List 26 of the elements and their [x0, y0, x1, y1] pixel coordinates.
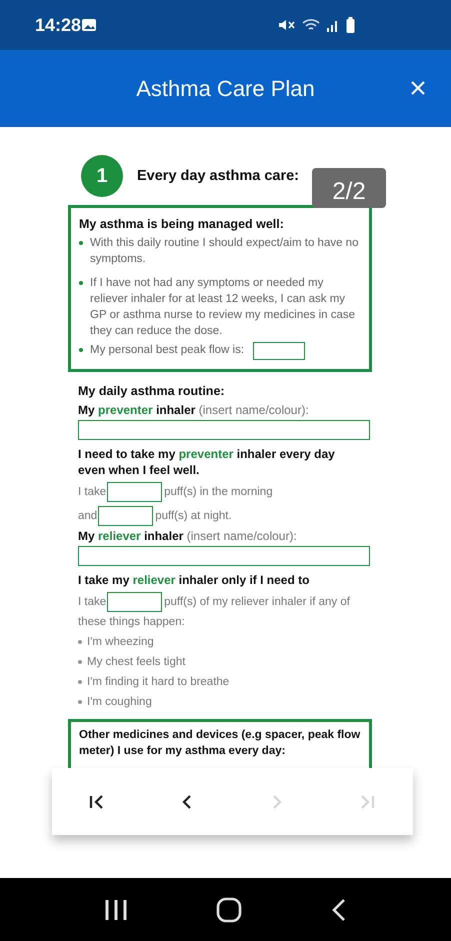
dose-text: I take: [78, 486, 106, 498]
panel-title: Other medicines and devices (e.g spacer, peak flow meter) I use for my asthma every day:: [79, 728, 361, 759]
panel-title: My asthma is being managed well:: [79, 216, 285, 233]
dose-text: puff(s) in the morning: [164, 486, 273, 498]
dose-text: I take: [78, 596, 106, 608]
dose-text: these things happen:: [78, 616, 185, 628]
form-label: My reliever inhaler (insert name/colour):: [78, 528, 298, 544]
symptom-text: I'm wheezing: [87, 636, 154, 648]
section-title: Every day asthma care:: [137, 168, 300, 184]
section-number: 1: [81, 155, 123, 197]
dose-text: puff(s) of my reliever inhaler if any of: [164, 596, 350, 608]
clock-time: 14:28: [35, 14, 82, 36]
symptom-text: I'm coughing: [87, 696, 152, 708]
form-label: I need to take my preventer inhaler every day even when I feel well.: [78, 446, 336, 478]
bullet-text: My personal best peak flow is:: [90, 343, 244, 358]
dose-text: and: [78, 510, 98, 522]
bullet-text: With this daily routine I should expect/aim to have no symptoms.: [90, 236, 360, 267]
dose-text: puff(s) at night.: [155, 510, 232, 522]
form-label: I take my reliever inhaler only if I need to: [78, 572, 310, 588]
routine-heading: My daily asthma routine:: [78, 384, 226, 398]
symptom-text: I'm finding it hard to breathe: [87, 676, 230, 688]
screen-title: Asthma Care Plan: [136, 76, 315, 102]
bullet-text: If I have not had any symptoms or needed my reliever inhaler for at least 12 weeks, I can ask my GP or asthma nurse to review my medicines in case they can reduce the dose.: [90, 276, 356, 339]
form-label: My preventer inhaler (insert name/colour):: [78, 402, 310, 418]
symptom-text: My chest feels tight: [87, 656, 186, 668]
page-indicator: 2/2: [312, 168, 386, 208]
